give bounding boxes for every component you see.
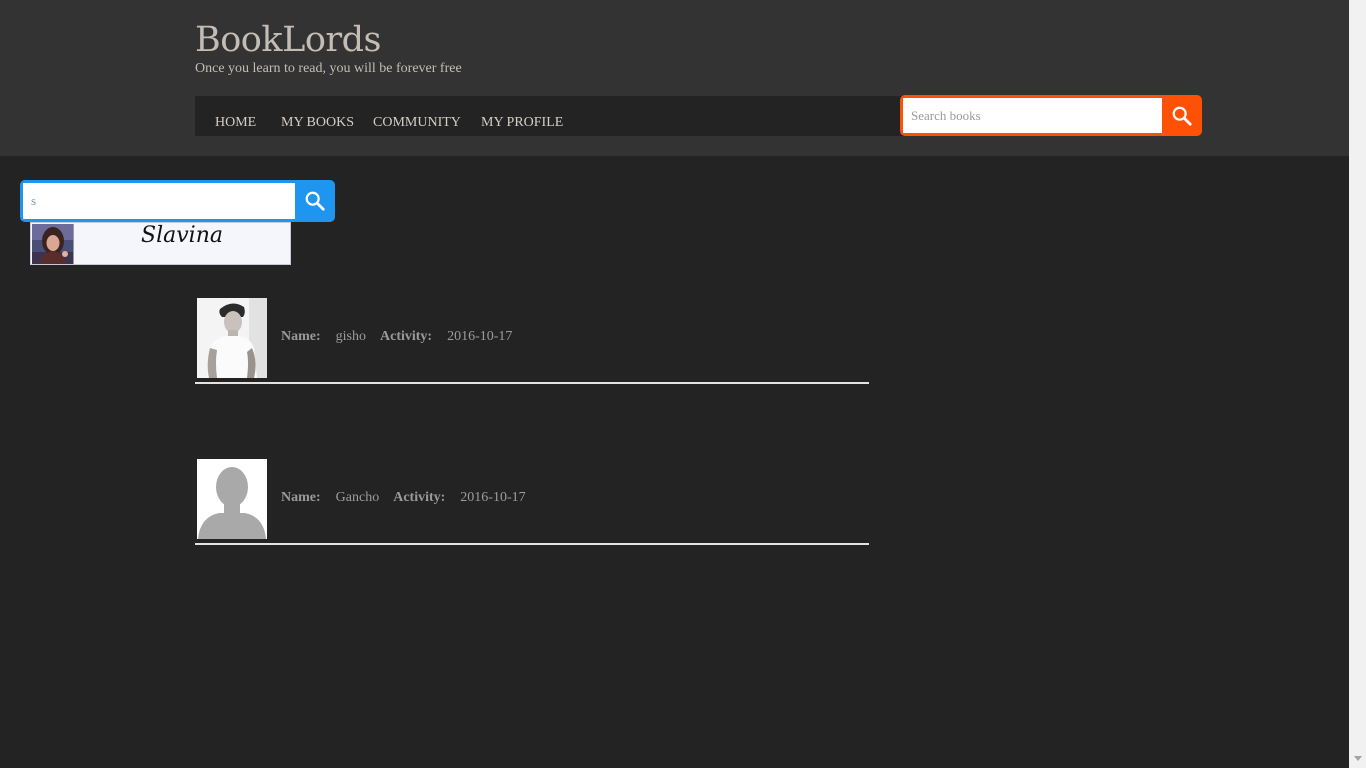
main-nav: HOME MY BOOKS COMMUNITY MY PROFILE — [195, 96, 905, 136]
name-label: Name: — [281, 329, 321, 344]
nav-item-my-profile[interactable]: MY PROFILE — [481, 115, 563, 131]
book-search-box — [900, 95, 1202, 136]
user-info: Name: gisho Activity: 2016-10-17 — [281, 329, 526, 345]
site-tagline: Once you learn to read, you will be fore… — [195, 61, 462, 76]
activity-label: Activity: — [380, 329, 433, 344]
vertical-scrollbar[interactable] — [1349, 0, 1366, 768]
search-suggestion-item[interactable]: Slavina — [30, 222, 291, 265]
user-row: Name: Gancho Activity: 2016-10-17 — [195, 459, 869, 545]
activity-label: Activity: — [393, 490, 446, 505]
default-avatar-icon[interactable] — [197, 459, 267, 539]
user-search-input[interactable] — [23, 183, 295, 219]
user-info: Name: Gancho Activity: 2016-10-17 — [281, 490, 540, 506]
avatar[interactable] — [197, 298, 267, 378]
user-search-button[interactable] — [295, 180, 335, 222]
site-title[interactable]: BookLords — [195, 20, 381, 60]
user-name[interactable]: gisho — [336, 329, 366, 344]
scroll-down-arrow-icon[interactable] — [1354, 756, 1362, 761]
user-activity: 2016-10-17 — [460, 490, 526, 505]
search-icon — [1172, 106, 1192, 126]
user-activity: 2016-10-17 — [447, 329, 513, 344]
suggestion-name: Slavina — [141, 223, 223, 248]
user-search-box — [20, 180, 335, 222]
avatar — [32, 224, 74, 264]
user-row: Name: gisho Activity: 2016-10-17 — [195, 298, 869, 384]
search-icon — [305, 191, 325, 211]
nav-item-my-books[interactable]: MY BOOKS — [281, 115, 354, 131]
page: BookLords Once you learn to read, you wi… — [0, 0, 1349, 768]
book-search-input[interactable] — [903, 98, 1162, 133]
nav-item-home[interactable]: HOME — [215, 115, 256, 131]
nav-item-community[interactable]: COMMUNITY — [373, 115, 461, 131]
book-search-button[interactable] — [1162, 95, 1202, 136]
name-label: Name: — [281, 490, 321, 505]
user-name[interactable]: Gancho — [336, 490, 380, 505]
site-header: BookLords Once you learn to read, you wi… — [0, 0, 1349, 156]
